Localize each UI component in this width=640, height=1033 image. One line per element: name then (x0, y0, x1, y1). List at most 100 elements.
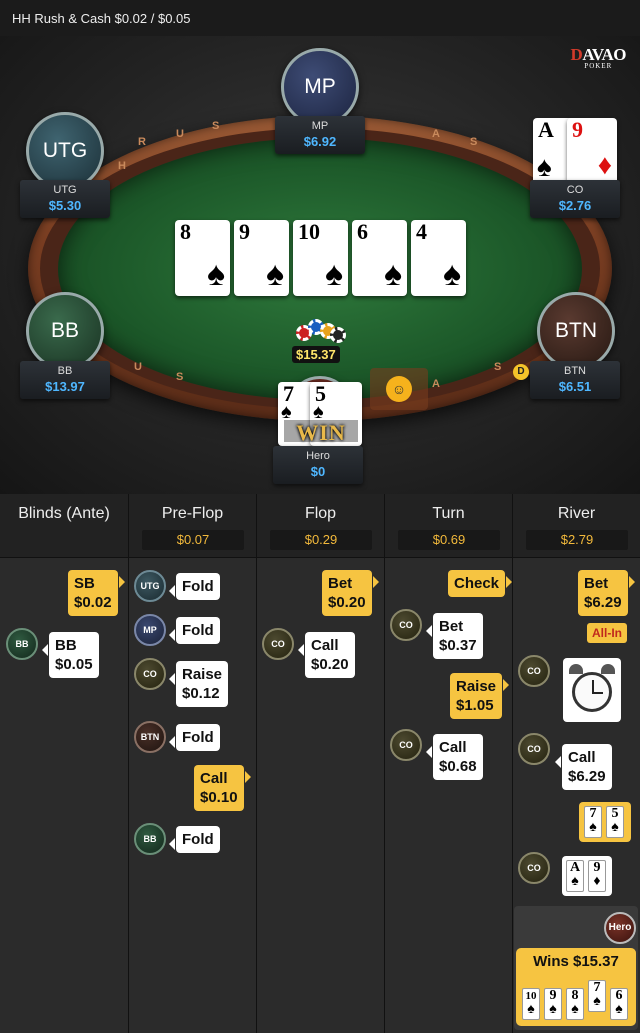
co-stack: $2.76 (558, 198, 592, 213)
poker-table-area: DAVAO POKER R U H S S A U S A S MP MP $6… (0, 36, 640, 494)
btn-stack: $6.51 (558, 379, 592, 394)
all-in-badge: All-In (587, 623, 627, 643)
rail-letter: S (176, 371, 184, 383)
hero-name: Hero (306, 450, 330, 462)
rail-letter: H (118, 160, 126, 172)
rail-letter: S (212, 120, 220, 132)
rail-letter: S (470, 136, 478, 148)
hero-bet-flop: Bet $0.20 (322, 570, 379, 616)
player-tag-co: CO (262, 628, 294, 660)
bb-fold-action: Fold (169, 826, 220, 853)
col-pot-flop: $0.29 (270, 530, 372, 550)
bb-name: BB (57, 365, 73, 377)
mp-nameplate: MP $6.92 (275, 116, 365, 154)
btn-action: Fold (169, 724, 220, 751)
utg-avatar[interactable]: UTG (26, 112, 104, 190)
hero-stack: $0 (310, 464, 326, 479)
co-call-flop: Call $0.20 (298, 632, 355, 678)
player-tag-btn: BTN (134, 721, 166, 753)
btn-nameplate: BTN $6.51 (530, 361, 620, 399)
col-title-preflop: Pre-Flop (161, 505, 224, 522)
col-pot-turn: $0.69 (398, 530, 500, 550)
btn-name: BTN (564, 365, 586, 377)
win-card-1: 10 ♠ (522, 988, 540, 1020)
col-pot-river: $2.79 (526, 530, 628, 550)
col-title-flop: Flop (304, 505, 337, 522)
co-name: CO (566, 184, 584, 196)
player-tag-co: CO (518, 852, 550, 884)
player-tag-utg: UTG (134, 570, 166, 602)
player-tag-co: CO (134, 658, 166, 690)
win-card-2: 9 ♠ (544, 988, 562, 1020)
davao-poker-logo: DAVAO POKER (570, 45, 627, 70)
alarm-clock-icon (563, 658, 621, 722)
bb-avatar[interactable]: BB (26, 292, 104, 370)
btn-avatar[interactable]: BTN (537, 292, 615, 370)
co-nameplate: CO $2.76 (530, 180, 620, 218)
co-show-card-2: 9 ♦ (588, 860, 606, 892)
player-tag-co: CO (518, 655, 550, 687)
win-card-4: 7 ♠ (588, 980, 606, 1012)
col-title-turn: Turn (432, 505, 465, 522)
hero-show-card-2: 5 ♠ (606, 806, 624, 838)
hero-show-bubble: 7 ♠ 5 ♠ (579, 802, 631, 842)
player-tag-co: CO (390, 609, 422, 641)
mp-avatar[interactable]: MP (281, 48, 359, 126)
pot-amount: $15.37 (292, 346, 340, 363)
sb-post-bubble: SB $0.02 (68, 570, 125, 616)
col-title-river: River (557, 505, 596, 522)
utg-name: UTG (53, 184, 77, 196)
wins-amount: Wins $15.37 (533, 953, 619, 970)
dealer-button: D (513, 364, 529, 380)
co-show-card-1: A ♠ (566, 860, 584, 892)
rail-letter: A (432, 378, 440, 390)
rail-letter: S (494, 361, 502, 373)
player-tag-bb: BB (134, 823, 166, 855)
mp-action: Fold (169, 617, 220, 644)
hero-show-card-1: 7 ♠ (584, 806, 602, 838)
board-card-1: 8 ♠ (175, 220, 230, 296)
hero-nameplate: Hero $0 (273, 446, 363, 484)
player-tag-co: CO (518, 733, 550, 765)
utg-nameplate: UTG $5.30 (20, 180, 110, 218)
col-title-blinds: Blinds (Ante) (18, 505, 110, 522)
pot-chips-icon (292, 319, 350, 347)
game-title: HH Rush & Cash $0.02 / $0.05 (12, 11, 191, 26)
bb-stack: $13.97 (45, 379, 85, 394)
hero-bet-river: Bet $6.29 (578, 570, 635, 616)
co-call-river: Call $6.29 (555, 744, 612, 790)
emoji-reaction-icon[interactable]: ☺ (370, 368, 428, 410)
rail-letter: A (432, 128, 440, 140)
hero-check-turn: Check (448, 570, 513, 597)
co-hole-card-2: 9 ♦ (567, 118, 617, 184)
player-tag-hero: Hero (604, 912, 636, 944)
title-bar: HH Rush & Cash $0.02 / $0.05 (0, 0, 640, 36)
player-tag-bb: BB (6, 628, 38, 660)
mp-name: MP (311, 120, 329, 132)
rail-letter: U (134, 361, 142, 373)
co-raise-action: Raise $0.12 (168, 661, 229, 707)
hero-raise-turn: Raise $1.05 (450, 673, 510, 719)
mp-stack: $6.92 (303, 134, 337, 149)
board-card-5: 4 ♠ (411, 220, 466, 296)
co-bet-turn: Bet $0.37 (426, 613, 483, 659)
co-call-turn: Call $0.68 (426, 734, 483, 780)
hero-call-action: Call $0.10 (194, 765, 251, 811)
utg-stack: $5.30 (48, 198, 82, 213)
bb-nameplate: BB $13.97 (20, 361, 110, 399)
col-pot-preflop: $0.07 (142, 530, 244, 550)
player-tag-mp: MP (134, 614, 166, 646)
co-show-bubble: A ♠ 9 ♦ (562, 856, 612, 896)
rail-letter: R (138, 136, 146, 148)
board-card-3: 10 ♠ (293, 220, 348, 296)
utg-action: Fold (169, 573, 220, 600)
board-card-2: 9 ♠ (234, 220, 289, 296)
board-card-4: 6 ♠ (352, 220, 407, 296)
wins-box: Wins $15.37 10 ♠ 9 ♠ 8 ♠ 7 ♠ 6 ♠ (516, 948, 636, 1026)
bb-post-bubble: BB $0.05 (42, 632, 99, 678)
win-banner: WIN (284, 420, 358, 445)
win-card-3: 8 ♠ (566, 988, 584, 1020)
win-card-5: 6 ♠ (610, 988, 628, 1020)
rail-letter: U (176, 128, 184, 140)
player-tag-co: CO (390, 729, 422, 761)
